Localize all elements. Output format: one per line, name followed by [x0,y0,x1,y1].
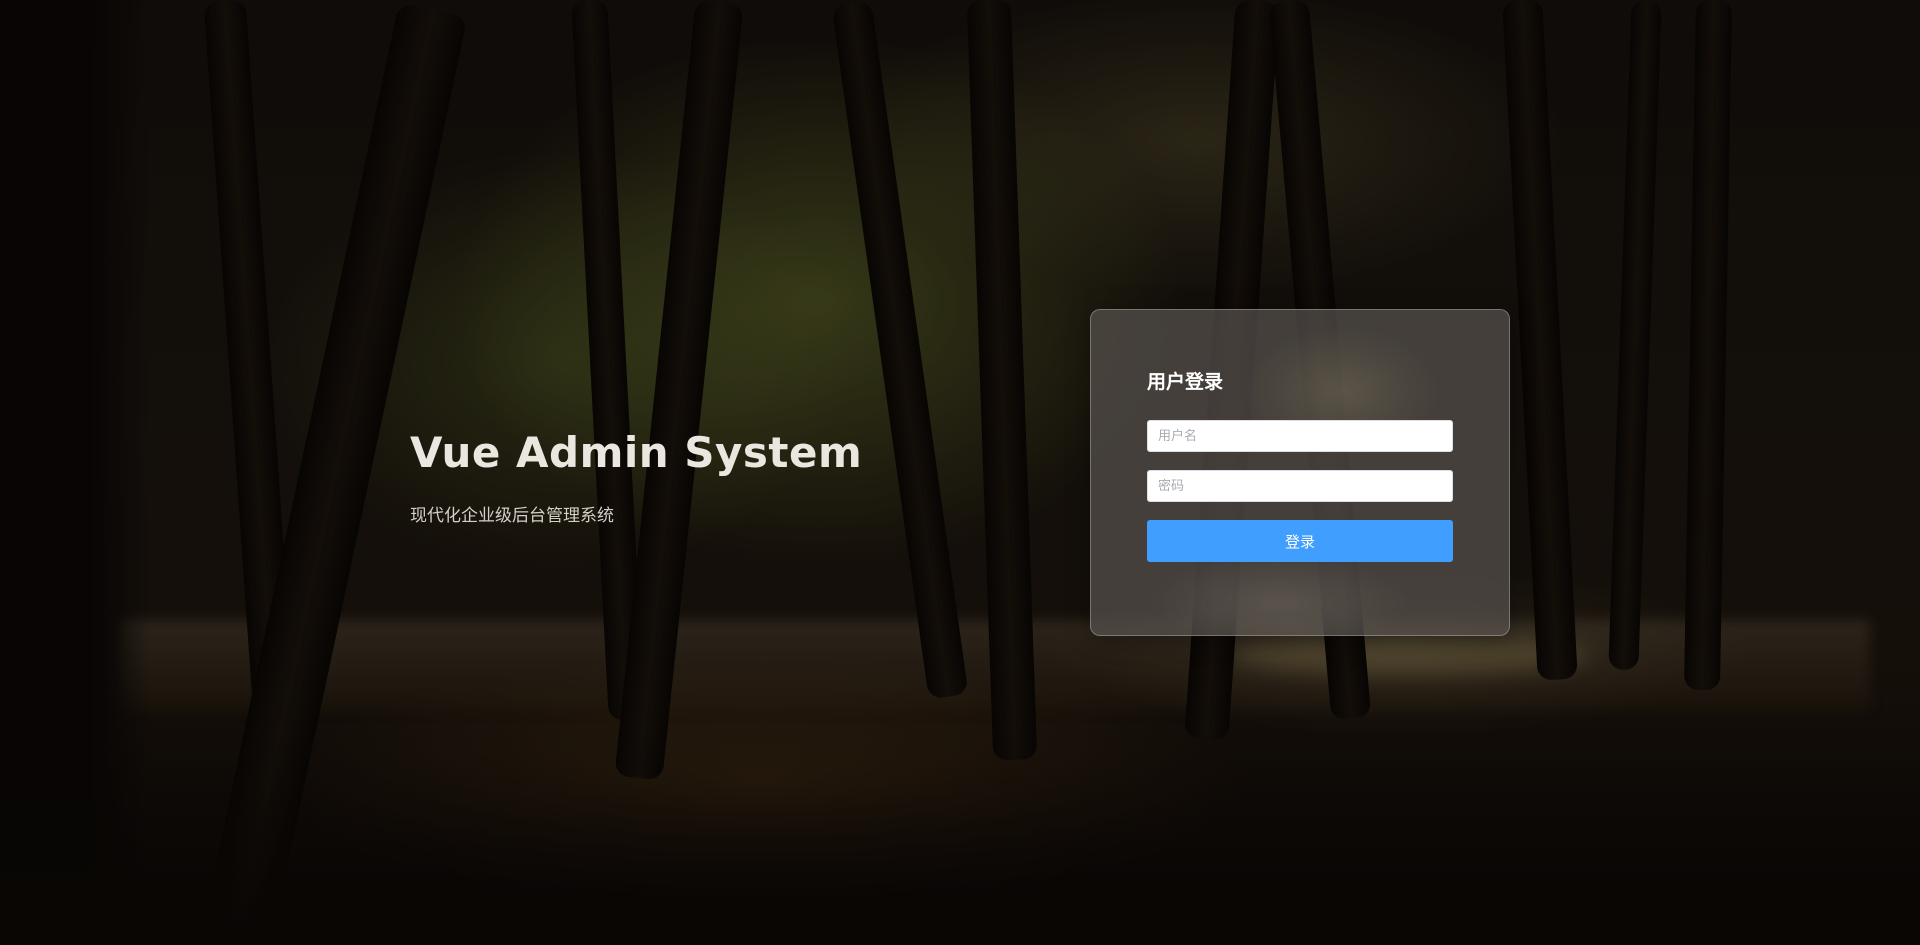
username-input[interactable] [1147,420,1453,452]
background-forest-photo [0,0,1920,945]
login-card: 用户登录 登录 [1090,309,1510,636]
dark-overlay [0,0,1920,945]
login-title: 用户登录 [1147,371,1224,393]
password-input[interactable] [1147,470,1453,502]
login-button[interactable]: 登录 [1147,520,1453,562]
app-title: Vue Admin System [410,428,863,477]
app-subtitle: 现代化企业级后台管理系统 [410,506,614,526]
hero-section: Vue Admin System 现代化企业级后台管理系统 [410,428,862,526]
